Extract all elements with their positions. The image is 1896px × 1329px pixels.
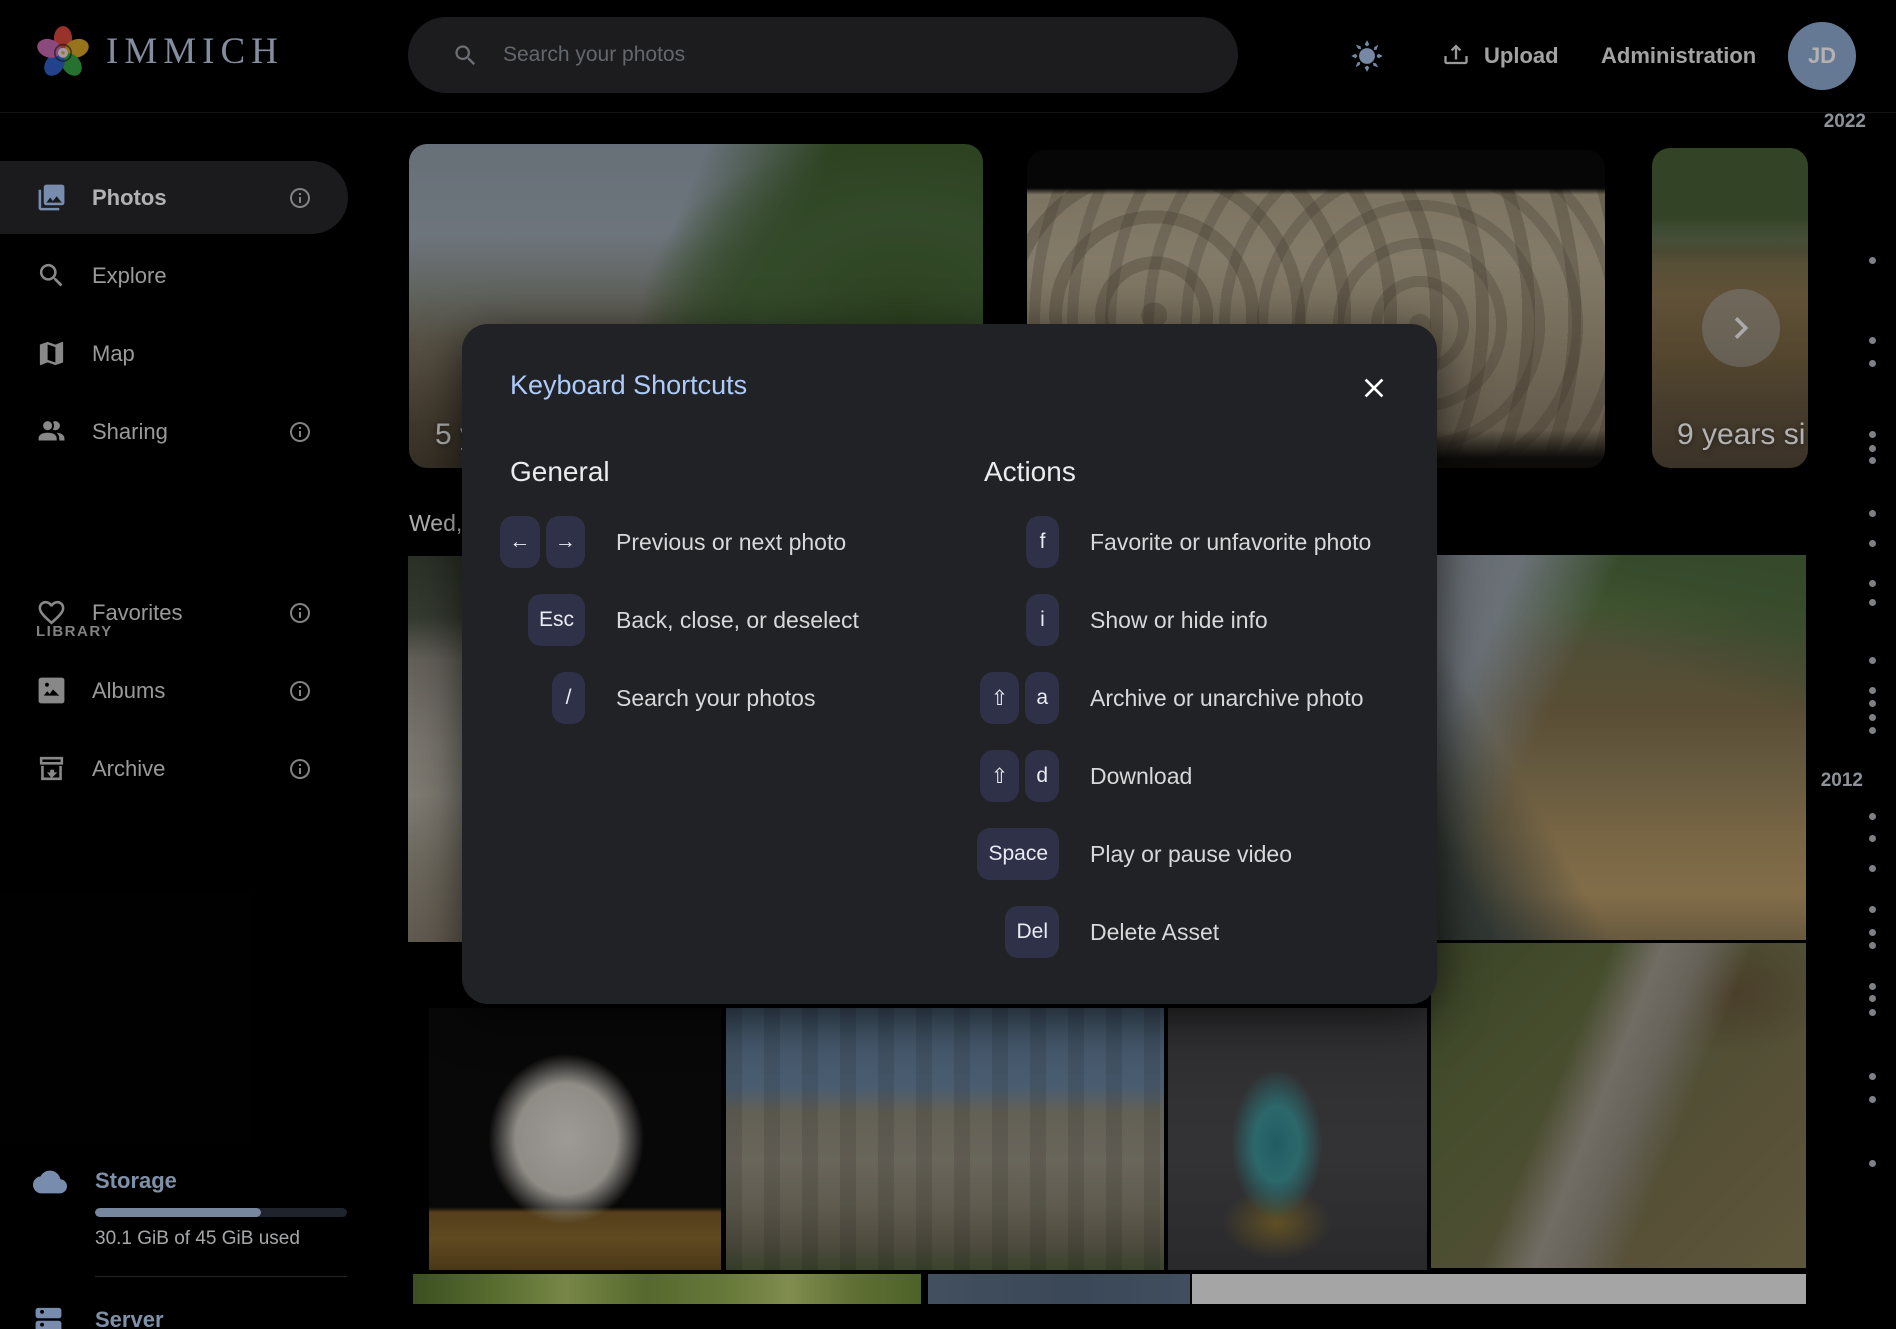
- keycap: ⇧: [980, 672, 1020, 724]
- keycap: a: [1025, 672, 1059, 724]
- keycap: Del: [1005, 906, 1059, 958]
- shortcut-row: Del Delete Asset: [974, 906, 1414, 958]
- keycap: i: [1026, 594, 1059, 646]
- keycap: f: [1026, 516, 1059, 568]
- shortcut-row: ←→ Previous or next photo: [500, 516, 940, 568]
- keyboard-shortcuts-modal: Keyboard Shortcuts General ←→ Previous or …: [462, 324, 1437, 1004]
- shortcut-row: i Show or hide info: [974, 594, 1414, 646]
- shortcut-row: / Search your photos: [500, 672, 940, 724]
- shortcut-label: Download: [1090, 763, 1192, 790]
- shortcuts-section-heading: General: [500, 456, 940, 490]
- keycap: →: [546, 516, 586, 568]
- shortcut-label: Previous or next photo: [616, 529, 846, 556]
- shortcut-label: Back, close, or deselect: [616, 607, 859, 634]
- shortcuts-section-heading: Actions: [974, 456, 1414, 490]
- shortcut-label: Favorite or unfavorite photo: [1090, 529, 1371, 556]
- keycap: Esc: [528, 594, 585, 646]
- modal-title: Keyboard Shortcuts: [510, 370, 747, 401]
- shortcut-row: Space Play or pause video: [974, 828, 1414, 880]
- shortcut-label: Archive or unarchive photo: [1090, 685, 1364, 712]
- shortcut-row: Esc Back, close, or deselect: [500, 594, 940, 646]
- shortcut-row: f Favorite or unfavorite photo: [974, 516, 1414, 568]
- keycap: ⇧: [980, 750, 1020, 802]
- shortcut-label: Show or hide info: [1090, 607, 1268, 634]
- keycap: ←: [500, 516, 540, 568]
- shortcut-label: Delete Asset: [1090, 919, 1219, 946]
- shortcut-label: Search your photos: [616, 685, 815, 712]
- immich-app: 5 y 9 years si Wed, 2022 2012: [0, 0, 1896, 1329]
- keycap: /: [552, 672, 585, 724]
- keycap: d: [1025, 750, 1059, 802]
- keycap: Space: [977, 828, 1059, 880]
- shortcut-label: Play or pause video: [1090, 841, 1292, 868]
- shortcut-row: ⇧d Download: [974, 750, 1414, 802]
- shortcut-row: ⇧a Archive or unarchive photo: [974, 672, 1414, 724]
- close-icon[interactable]: [1358, 372, 1390, 404]
